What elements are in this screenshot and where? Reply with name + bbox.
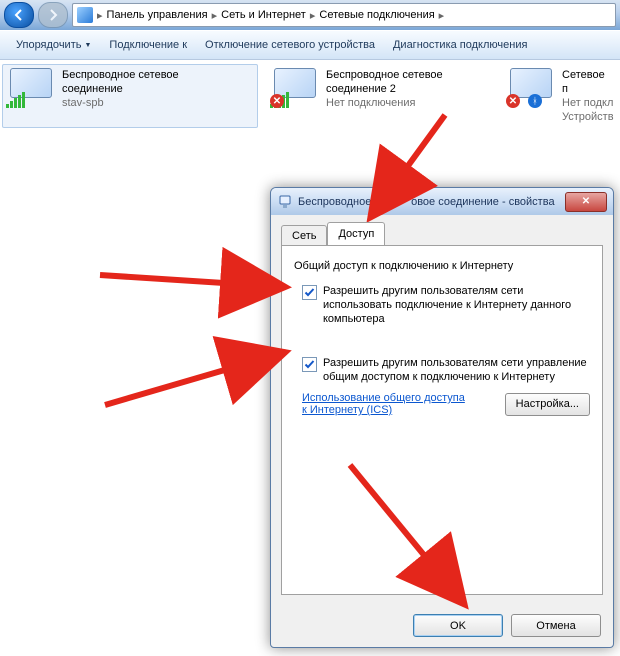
tab-network[interactable]: Сеть [281, 225, 327, 246]
address-bar[interactable]: ▸ Панель управления ▸ Сеть и Интернет ▸ … [72, 3, 616, 27]
close-icon: ✕ [582, 196, 590, 207]
disable-device-label: Отключение сетевого устройства [205, 39, 375, 51]
conn-sub: stav-spb [62, 96, 179, 110]
group-title: Общий доступ к подключению к Интернету [294, 260, 590, 272]
conn-title2: Нет подкл [562, 96, 614, 110]
wireless-disconnected-icon: ✕ [270, 68, 318, 108]
tab-network-label: Сеть [292, 230, 316, 242]
nav-forward-button[interactable] [38, 2, 68, 28]
nav-back-button[interactable] [4, 2, 34, 28]
wireless-icon [6, 68, 54, 108]
conn-title: Беспроводное сетевое [326, 68, 443, 82]
properties-dialog: Беспроводное овое соединение - свойства … [270, 187, 614, 648]
cancel-button[interactable]: Отмена [511, 614, 601, 637]
cancel-button-label: Отмена [536, 620, 575, 632]
tab-sharing[interactable]: Доступ [327, 222, 385, 245]
ok-button-label: OK [450, 620, 466, 632]
conn-title2: соединение 2 [326, 82, 443, 96]
control-panel-icon [77, 7, 93, 23]
allow-control-checkbox[interactable] [302, 357, 317, 372]
ethernet-disconnected-icon: ✕ ᚼ [506, 68, 554, 108]
network-icon [277, 194, 293, 210]
chevron-right-icon[interactable]: ▸ [310, 9, 316, 22]
chevron-right-icon[interactable]: ▸ [212, 9, 218, 22]
conn-title: Беспроводное сетевое [62, 68, 179, 82]
connect-to-label: Подключение к [109, 39, 187, 51]
breadcrumb-seg1[interactable]: Панель управления [107, 9, 208, 21]
ics-help-link[interactable]: Использование общего доступа к Интернету… [302, 392, 472, 416]
chevron-right-icon[interactable]: ▸ [97, 9, 103, 22]
disable-device-menu[interactable]: Отключение сетевого устройства [199, 36, 381, 54]
dialog-title: Беспроводное овое соединение - свойства [298, 196, 555, 208]
conn-title2: соединение [62, 82, 179, 96]
organize-label: Упорядочить [16, 39, 81, 51]
tab-sharing-label: Доступ [338, 228, 374, 240]
connection-item[interactable]: Беспроводное сетевое соединение stav-spb [2, 64, 258, 128]
connection-item[interactable]: ✕ Беспроводное сетевое соединение 2 Нет … [270, 68, 490, 124]
breadcrumb-seg3[interactable]: Сетевые подключения [319, 9, 434, 21]
breadcrumb-seg2[interactable]: Сеть и Интернет [221, 9, 306, 21]
chevron-right-icon[interactable]: ▸ [439, 9, 445, 22]
close-button[interactable]: ✕ [565, 192, 607, 212]
diagnose-label: Диагностика подключения [393, 39, 527, 51]
ok-button[interactable]: OK [413, 614, 503, 637]
allow-share-checkbox[interactable] [302, 285, 317, 300]
chevron-down-icon: ▼ [84, 42, 91, 49]
organize-menu[interactable]: Упорядочить ▼ [10, 36, 97, 54]
settings-button-label: Настройка... [516, 398, 579, 410]
allow-share-label: Разрешить другим пользователям сети испо… [323, 284, 590, 326]
connection-item[interactable]: ✕ ᚼ Сетевое п Нет подкл Устройств [506, 68, 596, 124]
conn-title: Сетевое п [562, 68, 614, 96]
conn-sub: Нет подключения [326, 96, 443, 110]
connect-to-menu[interactable]: Подключение к [103, 36, 193, 54]
diagnose-menu[interactable]: Диагностика подключения [387, 36, 533, 54]
settings-button[interactable]: Настройка... [505, 393, 590, 416]
allow-control-label: Разрешить другим пользователям сети упра… [323, 356, 590, 384]
conn-sub: Устройств [562, 110, 614, 124]
